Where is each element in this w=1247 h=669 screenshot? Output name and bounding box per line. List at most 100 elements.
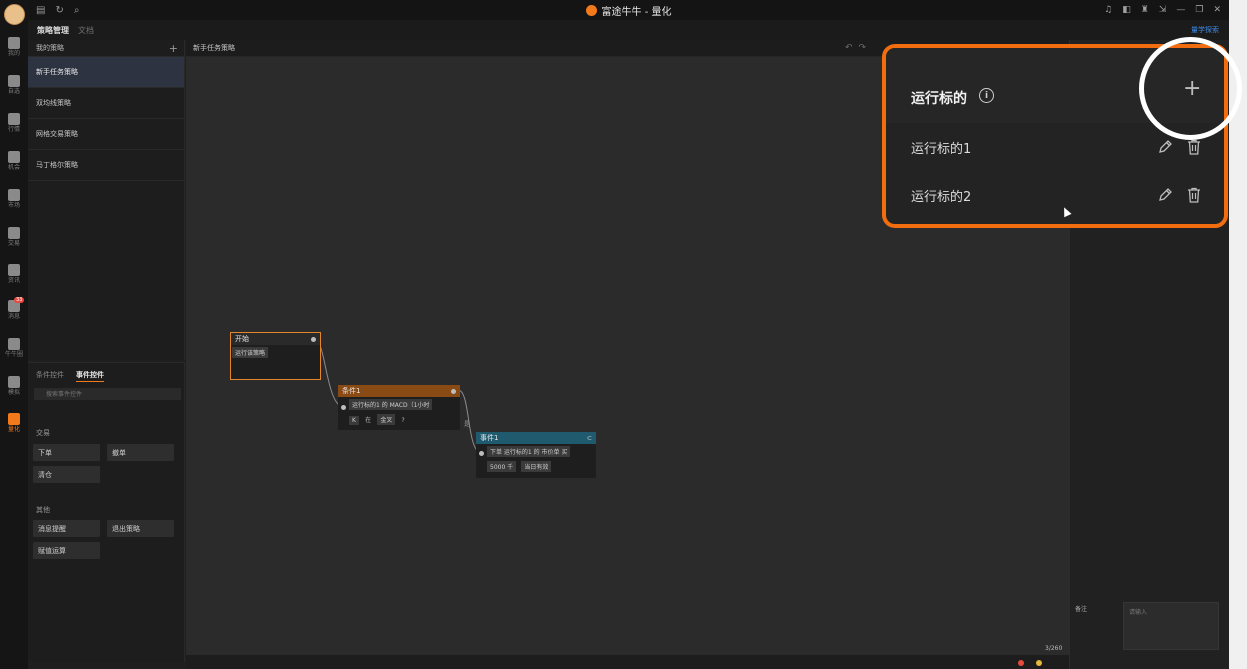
strategy-item[interactable]: 新手任务策略 (28, 57, 184, 88)
event-node-icon[interactable]: ⊂ (587, 435, 592, 442)
unread-badge: 33 (14, 297, 25, 303)
trash-icon[interactable] (1187, 139, 1201, 155)
menu-icon[interactable]: ▤ (36, 5, 45, 16)
pencil-icon[interactable] (1157, 187, 1173, 203)
tab-condition-widgets[interactable]: 条件控件 (36, 370, 64, 382)
nav-item-5[interactable]: 交易 (0, 227, 28, 248)
nav-label: 量化 (7, 426, 20, 433)
widget-clear-button[interactable]: 清仓 (33, 466, 100, 483)
nav-item-10[interactable]: 量化 (0, 413, 28, 434)
strategy-list-panel: 我的策略 + 新手任务策略 双均线策略 网格交易策略 马丁格尔策略 (28, 40, 185, 360)
nav-item-0[interactable]: 我的 (0, 37, 28, 58)
condition-chip-cross: 金叉 (377, 414, 396, 425)
widget-search-input[interactable] (34, 388, 181, 400)
title-bar: ▤ ↻ ⌕ 富途牛牛 - 量化 ♫ ◧ ♜ ⇲ — ❐ ✕ (28, 0, 1229, 20)
nav-item-1[interactable]: 自选 (0, 75, 28, 96)
tab-event-widgets[interactable]: 事件控件 (76, 370, 104, 382)
nav-label: 行情 (7, 126, 20, 133)
undo-icon[interactable]: ↶ (845, 43, 853, 53)
tab-docs[interactable]: 文档 (78, 25, 94, 36)
event-chip-valid: 当日有效 (521, 461, 552, 472)
tab-strategy-manage[interactable]: 策略管理 (37, 25, 69, 36)
shirt-icon[interactable]: ♜ (1141, 5, 1149, 15)
window-title: 富途牛牛 - 量化 (585, 3, 671, 18)
input-port[interactable] (479, 451, 484, 456)
start-node-chip: 运行该策略 (232, 347, 269, 358)
strategy-item[interactable]: 马丁格尔策略 (28, 150, 184, 181)
refresh-icon[interactable]: ↻ (55, 5, 63, 16)
run-target-label: 运行标的1 (911, 141, 972, 157)
error-icon[interactable] (1018, 660, 1024, 666)
community-icon (8, 338, 20, 350)
nav-item-4[interactable]: 市场 (0, 189, 28, 210)
bell-icon[interactable]: ◧ (1122, 5, 1131, 15)
widget-assign-button[interactable]: 赋值运算 (33, 542, 100, 559)
futu-logo-icon (585, 4, 597, 16)
strategy-list-header: 我的策略 + (28, 40, 184, 57)
group-title-trade: 交易 (36, 429, 50, 437)
remark-label: 备注 (1075, 606, 1088, 613)
headset-icon[interactable]: ♫ (1104, 5, 1112, 15)
nav-item-6[interactable]: 资讯 (0, 264, 28, 285)
nav-item-2[interactable]: 行情 (0, 113, 28, 134)
strategy-item[interactable]: 双均线策略 (28, 88, 184, 119)
avatar[interactable] (4, 4, 25, 25)
start-node[interactable]: 开始 运行该策略 (230, 332, 321, 380)
condition-text-in: 在 (365, 417, 372, 424)
nav-label: 资讯 (7, 277, 20, 284)
filter-icon (8, 151, 20, 163)
explore-link[interactable]: 量学探索 (1191, 25, 1219, 35)
input-port[interactable] (341, 405, 346, 410)
nav-item-7[interactable]: 消息 33 (0, 297, 28, 321)
nav-item-9[interactable]: 模拟 (0, 376, 28, 397)
run-target-label: 运行标的2 (911, 189, 972, 205)
redo-icon[interactable]: ↷ (859, 43, 867, 53)
run-target-item[interactable]: 运行标的2 (886, 171, 1224, 219)
widget-cancel-button[interactable]: 撤单 (107, 444, 174, 461)
run-targets-title: 运行标的 (911, 91, 967, 107)
edge-label-yes: 是 (464, 421, 471, 428)
nav-label: 模拟 (7, 389, 20, 396)
nav-label: 机会 (7, 164, 20, 171)
widget-order-button[interactable]: 下单 (33, 444, 100, 461)
nav-label: 牛牛圈 (4, 351, 23, 358)
group-title-other: 其他 (36, 506, 50, 514)
left-nav: 我的自选行情机会市场交易资讯消息 33 牛牛圈模拟量化 (0, 0, 28, 669)
search-icon[interactable]: ⌕ (74, 5, 80, 16)
condition-text-q: ? (401, 417, 405, 424)
condition-node[interactable]: 条件1 运行标的1 的 MACD（1小时 K 在 金叉 ? (338, 385, 460, 430)
code-icon (8, 413, 20, 425)
person-icon (8, 37, 20, 49)
nav-label: 消息 (7, 313, 20, 320)
add-strategy-plus-icon[interactable]: + (169, 42, 178, 55)
condition-chip-k: K (349, 416, 359, 425)
trade-icon (8, 227, 20, 239)
warning-icon[interactable] (1036, 660, 1042, 666)
pie-icon (8, 189, 20, 201)
trash-icon[interactable] (1187, 187, 1201, 203)
canvas-bottom-bar (186, 655, 1069, 669)
output-port[interactable] (451, 388, 456, 394)
restore-icon[interactable]: ❐ (1195, 5, 1203, 15)
nav-item-8[interactable]: 牛牛圈 (0, 338, 28, 359)
condition-line1: 运行标的1 的 MACD（1小时 (349, 399, 433, 410)
nav-item-3[interactable]: 机会 (0, 151, 28, 172)
canvas-title: 新手任务策略 (193, 44, 235, 52)
widget-notify-button[interactable]: 消息提醒 (33, 520, 100, 537)
widget-exit-button[interactable]: 退出策略 (107, 520, 174, 537)
collapse-icon[interactable]: ⇲ (1159, 5, 1167, 15)
minimize-icon[interactable]: — (1176, 5, 1185, 15)
pencil-icon[interactable] (1157, 139, 1173, 155)
tabs-row: 策略管理 文档 量学探索 (28, 20, 1229, 40)
info-icon[interactable]: i (979, 88, 994, 103)
close-icon[interactable]: ✕ (1213, 5, 1221, 15)
game-icon (8, 376, 20, 388)
widget-panel: 条件控件 事件控件 交易 下单 撤单 清仓 其他 消息提醒 退出策略 赋值运算 (28, 362, 185, 662)
remark-input[interactable] (1123, 602, 1219, 650)
trend-icon (8, 113, 20, 125)
event-node[interactable]: 事件1 ⊂ 下单 运行标的1 的 市价单 买 5000 千 当日有效 (476, 432, 596, 478)
event-line1: 下单 运行标的1 的 市价单 买 (487, 446, 571, 457)
strategy-item[interactable]: 网格交易策略 (28, 119, 184, 150)
node-counter: 3/260 (1045, 645, 1063, 652)
output-port[interactable] (311, 336, 316, 342)
